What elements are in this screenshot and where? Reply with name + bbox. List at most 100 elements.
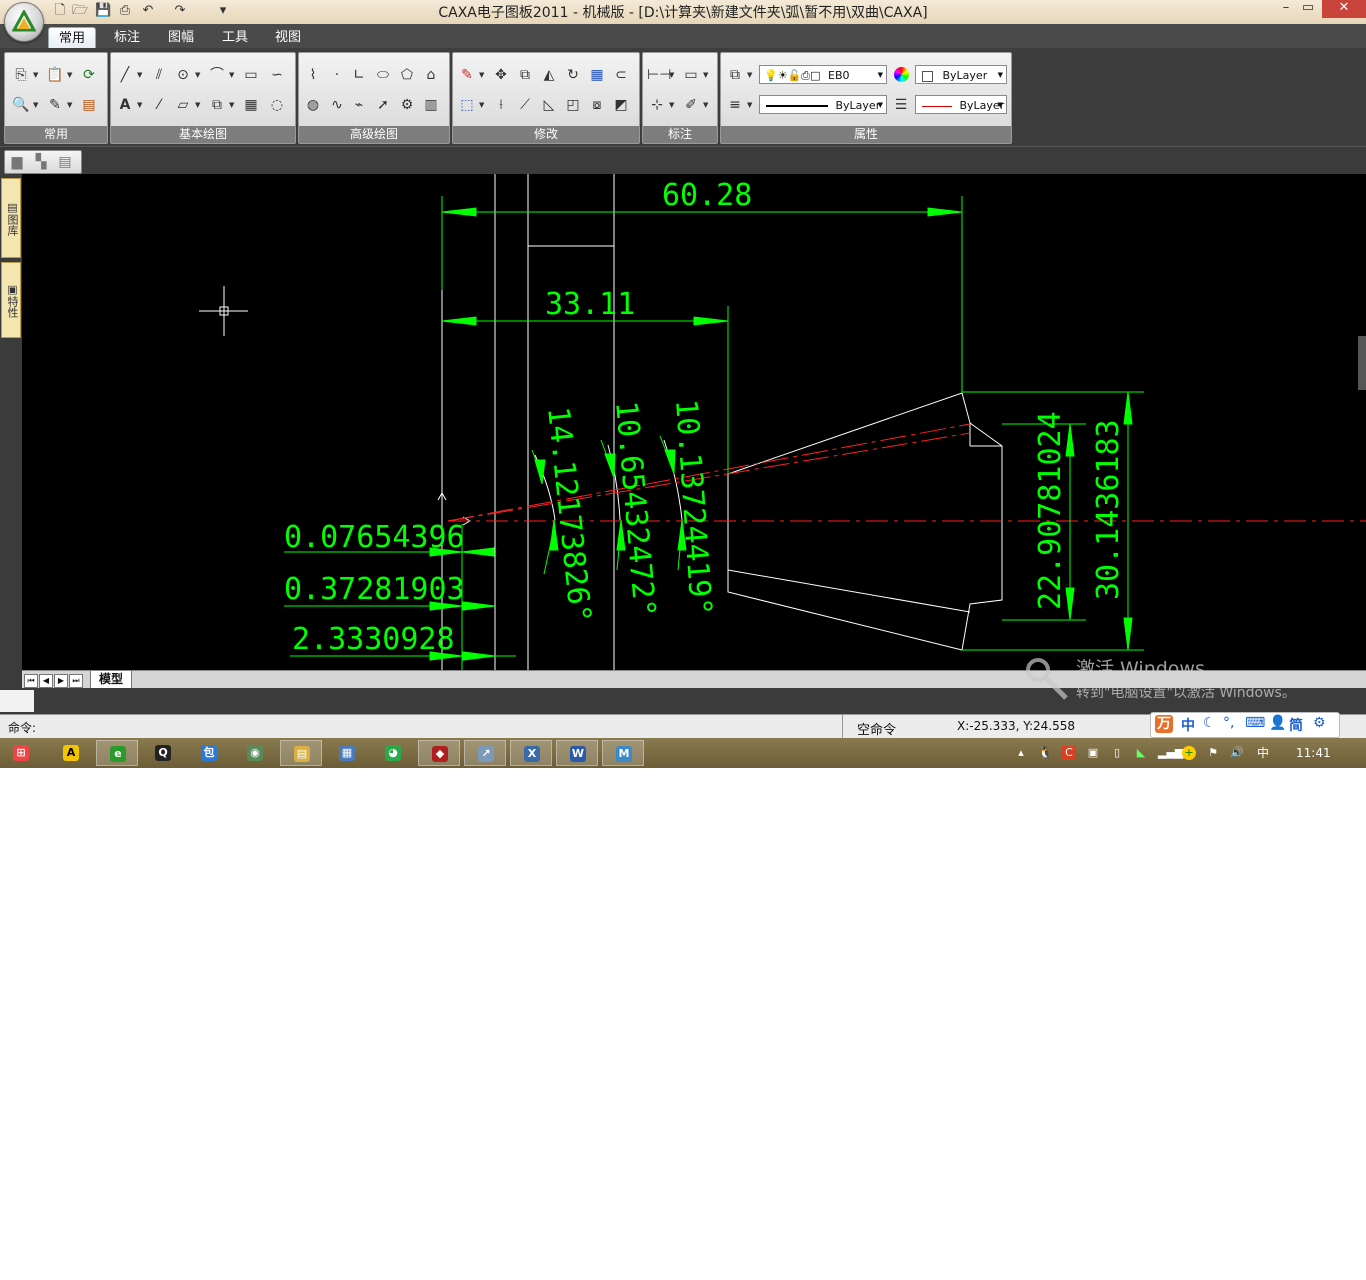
dropdown-arrow-icon[interactable]: ▼ [479, 65, 486, 85]
move-icon[interactable]: ✥ [491, 65, 511, 85]
break-icon[interactable]: ⧇ [587, 95, 607, 115]
wave-line-icon[interactable]: ∿ [327, 95, 347, 115]
break-line-icon[interactable]: ⌁ [349, 95, 369, 115]
paste-icon[interactable]: 📋 [45, 65, 65, 85]
taskbar-app[interactable]: ◕ [372, 740, 414, 766]
boundary-icon[interactable]: ◌ [267, 95, 287, 115]
wifi-icon[interactable]: ▂▄▆ [1158, 746, 1183, 760]
explode-icon[interactable]: ◩ [611, 95, 631, 115]
tab-view[interactable]: 视图 [265, 27, 311, 48]
side-tab-properties[interactable]: ▣特性 [1, 262, 21, 338]
dimension-text[interactable]: 0.07654396 [284, 520, 465, 555]
dropdown-arrow-icon[interactable]: ▼ [137, 95, 144, 115]
match-properties-icon[interactable]: ✎ [45, 95, 65, 115]
moon-icon[interactable]: ☾ [1203, 715, 1216, 731]
dimension-text[interactable]: 60.28 [662, 178, 752, 213]
extend-icon[interactable]: ⟋ [515, 95, 535, 115]
polyline-icon[interactable]: ⌇ [303, 65, 323, 85]
block-icon[interactable]: ⧉ [207, 95, 227, 115]
dimension-text[interactable]: 2.3330928 [292, 622, 455, 657]
keyboard-icon[interactable]: ⌨ [1245, 715, 1265, 731]
minimize-button[interactable]: – [1276, 0, 1296, 18]
taskbar-app[interactable]: X [510, 740, 552, 766]
linear-dimension-icon[interactable]: ⊢⊣ [647, 65, 671, 85]
dropdown-arrow-icon[interactable]: ▼ [479, 95, 486, 115]
folder-icon[interactable]: ▆ [7, 152, 27, 172]
app-menu-logo-icon[interactable] [4, 2, 44, 42]
dropdown-arrow-icon[interactable]: ▼ [67, 65, 74, 85]
taskbar-app[interactable]: A [50, 740, 92, 766]
window-cascade-icon[interactable]: ▤ [55, 152, 75, 172]
taskbar-app[interactable]: ◆ [418, 740, 460, 766]
tab-sheet[interactable]: 图幅 [158, 27, 204, 48]
fillet-icon[interactable]: ◰ [563, 95, 583, 115]
layer-manager-icon[interactable]: ⧉ [725, 65, 745, 85]
command-history-grip-icon[interactable] [0, 690, 34, 712]
dropdown-arrow-icon[interactable]: ▼ [703, 95, 710, 115]
dropdown-arrow-icon[interactable]: ▼ [669, 65, 676, 85]
dropdown-arrow-icon[interactable]: ▼ [747, 65, 754, 85]
refresh-icon[interactable]: ⟳ [79, 65, 99, 85]
gear-icon[interactable]: ⚙ [397, 95, 417, 115]
taskbar-app[interactable]: ▤ [280, 740, 322, 766]
dropdown-arrow-icon[interactable]: ▼ [229, 65, 236, 85]
dimension-text[interactable]: 0.37281903 [284, 572, 465, 607]
maximize-button[interactable]: ▭ [1298, 0, 1318, 18]
taskbar-app[interactable]: 包 [188, 740, 230, 766]
ime-toolbar[interactable]: 万 中 ☾ °, ⌨ 👤 简 ⚙ [1150, 712, 1340, 738]
taskbar-app[interactable]: M [602, 740, 644, 766]
lineweight-icon[interactable]: ≡ [725, 95, 745, 115]
input-language-indicator[interactable]: 中 [1256, 746, 1270, 760]
last-tab-icon[interactable]: ⏭ [69, 674, 83, 688]
dropdown-arrow-icon[interactable]: ▼ [195, 65, 202, 85]
taskbar-start[interactable]: ⊞ [0, 740, 42, 766]
lineweight-combo[interactable]: ByLayer ▼ [915, 95, 1007, 114]
ccu-tray-icon[interactable]: C [1062, 746, 1076, 760]
dropdown-arrow-icon[interactable]: ▼ [747, 95, 754, 115]
mirror-icon[interactable]: ◭ [539, 65, 559, 85]
tab-common[interactable]: 常用 [48, 27, 97, 49]
flag-icon[interactable]: ⚑ [1206, 746, 1220, 760]
nvidia-tray-icon[interactable]: ◣ [1134, 746, 1148, 760]
copy-icon[interactable]: ⎘ [11, 65, 31, 85]
dimension-style-icon[interactable]: ▭ [681, 65, 701, 85]
next-tab-icon[interactable]: ▶ [54, 674, 68, 688]
tab-model[interactable]: 模型 [90, 671, 133, 689]
trim-icon[interactable]: ⟊ [491, 95, 511, 115]
dropdown-arrow-icon[interactable]: ▼ [703, 65, 710, 85]
taskbar-app[interactable]: W [556, 740, 598, 766]
ellipse-icon[interactable]: ⬭ [373, 65, 393, 85]
drawing-canvas[interactable]: 60.28 33.11 0.07654396 0.37281903 2.3330… [22, 174, 1366, 670]
tab-dimension[interactable]: 标注 [104, 27, 150, 48]
delete-icon[interactable]: ✎ [457, 65, 477, 85]
circle-icon[interactable]: ⊙ [173, 65, 193, 85]
spline-icon[interactable]: ∽ [267, 65, 287, 85]
line-icon[interactable]: ╱ [115, 65, 135, 85]
arc-icon[interactable]: ⌒ [207, 65, 227, 85]
linestyle-icon[interactable]: ☰ [891, 95, 911, 115]
dropdown-arrow-icon[interactable]: ▼ [67, 95, 74, 115]
nut-icon[interactable]: ⌂ [421, 65, 441, 85]
copy-objects-icon[interactable]: ⧉ [515, 65, 535, 85]
qq-tray-icon[interactable]: 🐧 [1038, 746, 1052, 760]
user-icon[interactable]: 👤 [1269, 715, 1286, 731]
dropdown-arrow-icon[interactable]: ▼ [33, 65, 40, 85]
chamfer-icon[interactable]: ◺ [539, 95, 559, 115]
angle-line-icon[interactable]: ∟ [349, 65, 369, 85]
layer-tool-icon[interactable]: ▤ [79, 95, 99, 115]
arrow-icon[interactable]: ➚ [373, 95, 393, 115]
hatch-icon[interactable]: ▱ [173, 95, 193, 115]
zoom-icon[interactable]: 🔍 [11, 95, 31, 115]
window-tile-icon[interactable]: ▚ [31, 152, 51, 172]
text-icon[interactable]: A [115, 95, 135, 115]
ime-mode[interactable]: 中 [1181, 715, 1195, 735]
offset-icon[interactable]: ⊂ [611, 65, 631, 85]
canvas-scroll-handle[interactable] [1358, 336, 1366, 390]
storage-tray-icon[interactable]: ▣ [1086, 746, 1100, 760]
linetype-combo[interactable]: ByLayer ▼ [759, 95, 887, 114]
region-icon[interactable]: ▦ [241, 95, 261, 115]
taskbar-app[interactable]: ↗ [464, 740, 506, 766]
centerline-icon[interactable]: ⁄ [149, 95, 169, 115]
side-tab-library[interactable]: ▤图库 [1, 178, 21, 258]
taskbar-app[interactable]: e [96, 740, 138, 766]
